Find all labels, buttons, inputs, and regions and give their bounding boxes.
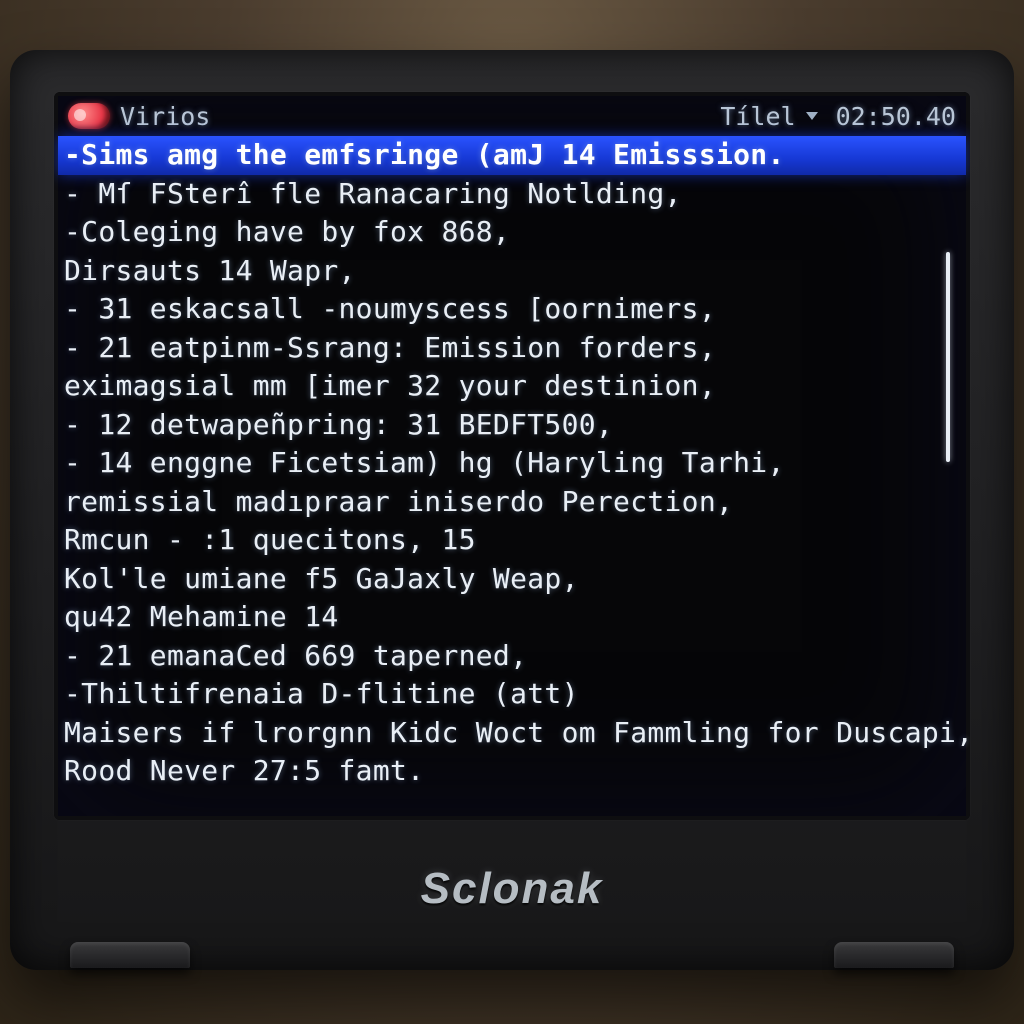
brand-wordmark: Sclonak — [10, 864, 1014, 914]
app-pill-icon — [68, 103, 110, 129]
list-row[interactable]: Dirsauts 14 Wapr, — [58, 252, 966, 291]
dropdown-label[interactable]: Tílel — [720, 102, 795, 131]
chevron-down-icon[interactable] — [806, 112, 818, 120]
list-row[interactable]: remissial madıpraar iniserdo Perection, — [58, 483, 966, 522]
list-row[interactable]: - 31 eskacsall -noumyscess [oornimers, — [58, 290, 966, 329]
list-row[interactable]: Kol'le umiane f5 GaJaxly Weap, — [58, 560, 966, 599]
list-row[interactable]: - 12 detwapeñpring: 31 BEDFT500, — [58, 406, 966, 445]
hinge-left — [70, 942, 190, 968]
list-row[interactable]: -Thiltifrenaia D-flitine (att) — [58, 675, 966, 714]
list-row[interactable]: eximagsial mm [imer 32 your destinion, — [58, 367, 966, 406]
list-row[interactable]: - Mſ FSterî fle Ranacaring Notlding, — [58, 175, 966, 214]
list-row-selected[interactable]: -Sims amg the emfsringe (amJ 14 Emisssio… — [58, 136, 966, 175]
console-screen[interactable]: Virios Tílel 02:50.40 -Sims amg the emfs… — [58, 96, 966, 816]
clock: 02:50.40 — [836, 102, 956, 131]
scrollbar[interactable] — [946, 252, 950, 462]
laptop-body: Virios Tílel 02:50.40 -Sims amg the emfs… — [10, 50, 1014, 970]
list-row[interactable]: - 14 enggne Ficetsiam) hg (Haryling Tarh… — [58, 444, 966, 483]
list-row[interactable]: - 21 emanaCed 669 taperned, — [58, 637, 966, 676]
listing[interactable]: -Sims amg the emfsringe (amJ 14 Emisssio… — [58, 136, 966, 791]
screen-bezel: Virios Tílel 02:50.40 -Sims amg the emfs… — [54, 92, 970, 820]
app-name: Virios — [120, 102, 210, 131]
titlebar: Virios Tílel 02:50.40 — [58, 96, 966, 136]
list-row[interactable]: - 21 eatpinm-Ssrang: Emission forders, — [58, 329, 966, 368]
list-row[interactable]: Maisers if lrorgnn Kidc Woct om Fammling… — [58, 714, 966, 753]
list-row[interactable]: Rmcun - :1 quecitons, 15 — [58, 521, 966, 560]
list-row[interactable]: -Coleging have by fox 868, — [58, 213, 966, 252]
scene-photo: Virios Tílel 02:50.40 -Sims amg the emfs… — [0, 0, 1024, 1024]
list-row[interactable]: Rood Never 27:5 famt. — [58, 752, 966, 791]
list-row[interactable]: qu42 Mehamine 14 — [58, 598, 966, 637]
hinge-right — [834, 942, 954, 968]
